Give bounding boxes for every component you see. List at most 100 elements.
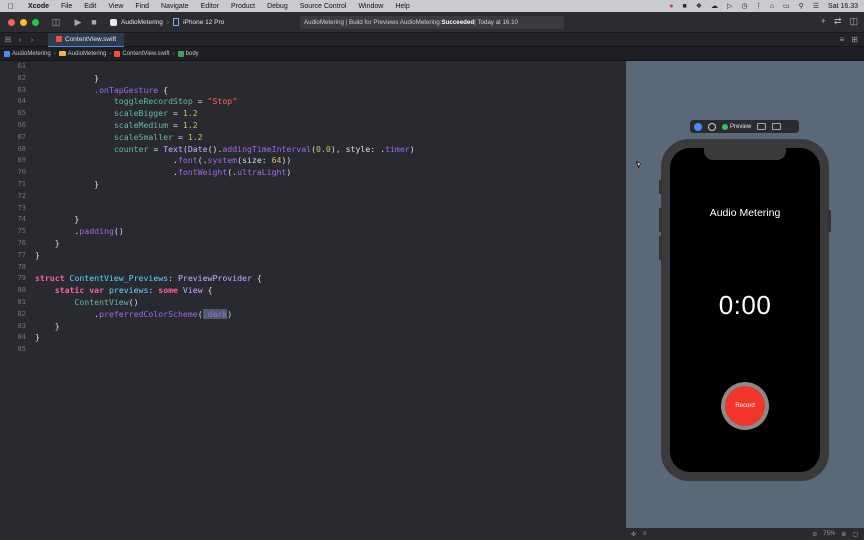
related-items-icon[interactable]: ⊞ xyxy=(2,35,14,44)
code-line[interactable]: scaleBigger = 1.2 xyxy=(35,108,198,120)
preview-toolbar: Preview xyxy=(690,120,799,133)
line-number: 80 xyxy=(17,286,26,295)
line-number: 84 xyxy=(17,333,26,342)
line-number: 63 xyxy=(17,85,26,94)
code-editor[interactable]: 61 62 } 63 .onTapGesture { 64 toggleReco… xyxy=(0,61,626,540)
code-line[interactable]: toggleRecordStop = "Stop" xyxy=(35,96,237,108)
menu-window[interactable]: Window xyxy=(352,3,389,10)
code-line[interactable]: counter = Text(Date().addingTimeInterval… xyxy=(35,144,415,156)
record-button[interactable]: Record xyxy=(725,386,765,426)
menu-product[interactable]: Product xyxy=(225,3,261,10)
library-add-icon[interactable]: + xyxy=(821,16,826,27)
activity-viewer[interactable]: AudioMetering | Build for Previews Audio… xyxy=(300,16,564,29)
code-line[interactable]: } xyxy=(35,250,40,262)
volume-up-button xyxy=(659,208,662,232)
code-line[interactable]: .fontWeight(.ultraLight) xyxy=(35,167,291,179)
code-line[interactable]: } xyxy=(35,179,99,191)
inspect-preview-icon[interactable] xyxy=(708,122,716,131)
stop-button-icon[interactable]: ■ xyxy=(86,17,102,27)
code-line[interactable]: } xyxy=(35,332,40,344)
zoom-fit-icon[interactable]: ▢ xyxy=(852,531,858,538)
code-line[interactable]: .padding() xyxy=(35,226,123,238)
clock-status-icon[interactable]: ◷ xyxy=(741,2,747,10)
menu-edit[interactable]: Edit xyxy=(78,3,102,10)
code-line[interactable]: ContentView() xyxy=(35,297,138,309)
split-editor-icon[interactable]: ⊞ xyxy=(851,35,858,44)
zoom-level[interactable]: 75% xyxy=(823,531,835,538)
tab-label: ContentView.swift xyxy=(65,35,117,43)
code-line[interactable]: .preferredColorScheme(.dark) xyxy=(35,308,232,321)
bluetooth-icon[interactable]: ᛛ xyxy=(757,3,761,10)
chevron-right-icon: › xyxy=(109,50,112,57)
line-number: 71 xyxy=(17,180,26,188)
editor-options-icon[interactable]: ≡ xyxy=(840,35,845,44)
recording-icon[interactable]: ● xyxy=(669,3,673,10)
swift-file-icon xyxy=(114,50,121,57)
breadcrumb-file[interactable]: ContentView.swift xyxy=(114,50,170,57)
live-preview-icon[interactable] xyxy=(694,122,702,131)
canvas-bottom-bar: ✜ ≡ ⊖ 75% ⊕ ▢ xyxy=(626,528,864,540)
run-button-icon[interactable]: ▶ xyxy=(70,17,86,28)
menu-editor[interactable]: Editor xyxy=(195,3,225,10)
menu-debug[interactable]: Debug xyxy=(261,3,294,10)
wifi-icon[interactable]: ⌂ xyxy=(770,3,774,10)
mute-switch xyxy=(659,180,662,194)
line-number: 82 xyxy=(17,309,26,318)
dropbox-icon[interactable]: ❖ xyxy=(696,2,702,10)
activity-suffix: | Today at 16.10 xyxy=(474,19,518,26)
sidebar-toggle-icon[interactable]: ◫ xyxy=(48,17,64,28)
cloud-icon[interactable]: ☁ xyxy=(711,2,718,10)
zoom-in-icon[interactable]: ⊕ xyxy=(841,531,846,538)
search-icon[interactable]: ⚲ xyxy=(799,2,804,10)
code-review-icon[interactable]: ⇄ xyxy=(834,16,842,27)
battery-icon[interactable]: ▭ xyxy=(783,2,790,10)
breadcrumb-project-label: AudioMetering xyxy=(12,50,51,57)
control-center-icon[interactable]: ☰ xyxy=(813,2,819,10)
menu-file[interactable]: File xyxy=(55,3,78,10)
code-line[interactable]: static var previews: some View { xyxy=(35,285,213,297)
code-line[interactable]: } xyxy=(35,214,79,226)
line-number: 61 xyxy=(17,62,26,70)
duplicate-preview-icon[interactable] xyxy=(772,123,782,130)
menu-navigate[interactable]: Navigate xyxy=(155,3,195,10)
menu-source-control[interactable]: Source Control xyxy=(294,3,353,10)
swift-file-icon xyxy=(56,36,62,42)
menu-extra-icon[interactable]: ■ xyxy=(683,3,687,10)
code-line[interactable]: struct ContentView_Previews: PreviewProv… xyxy=(35,273,262,285)
preview-label: Preview xyxy=(730,123,752,130)
apple-menu-icon[interactable]:  xyxy=(0,2,22,11)
scheme-selector[interactable]: AudioMetering › iPhone 12 Pro xyxy=(110,18,224,26)
folder-icon xyxy=(58,51,66,56)
grid-icon[interactable]: ≡ xyxy=(636,531,647,537)
code-line[interactable]: .onTapGesture { xyxy=(35,85,168,97)
zoom-window-button[interactable] xyxy=(32,18,39,26)
inspector-toggle-icon[interactable]: ◫ xyxy=(849,16,858,27)
zoom-out-icon[interactable]: ⊖ xyxy=(812,531,817,538)
menu-clock[interactable]: Sat 16.33 xyxy=(828,3,858,10)
code-line[interactable]: } xyxy=(35,238,60,250)
breadcrumb-symbol[interactable]: body xyxy=(177,50,199,57)
forward-icon[interactable]: › xyxy=(26,35,38,44)
menu-view[interactable]: View xyxy=(102,3,129,10)
code-line[interactable]: } xyxy=(35,321,60,333)
breadcrumb-project[interactable]: AudioMetering xyxy=(4,50,51,57)
back-icon[interactable]: ‹ xyxy=(14,35,26,44)
tab-contentview[interactable]: ContentView.swift xyxy=(48,32,125,47)
menu-find[interactable]: Find xyxy=(129,3,155,10)
property-icon xyxy=(177,50,184,57)
line-number: 67 xyxy=(17,132,26,141)
menu-help[interactable]: Help xyxy=(389,3,415,10)
code-line[interactable]: scaleSmaller = 1.2 xyxy=(35,132,203,144)
close-window-button[interactable] xyxy=(8,18,15,26)
code-line[interactable]: scaleMedium = 1.2 xyxy=(35,120,198,132)
menu-app[interactable]: Xcode xyxy=(22,3,55,10)
minimize-window-button[interactable] xyxy=(20,18,27,26)
code-line[interactable]: .font(.system(size: 64)) xyxy=(35,155,291,167)
play-status-icon[interactable]: ▷ xyxy=(727,2,732,10)
preview-run-button[interactable]: Preview xyxy=(722,123,752,130)
device-settings-icon[interactable] xyxy=(757,123,767,130)
activity-status: Succeeded xyxy=(441,19,475,26)
breadcrumb-folder[interactable]: AudioMetering xyxy=(58,51,106,57)
code-line[interactable]: } xyxy=(35,73,99,85)
pin-icon[interactable]: ✜ xyxy=(626,531,636,538)
